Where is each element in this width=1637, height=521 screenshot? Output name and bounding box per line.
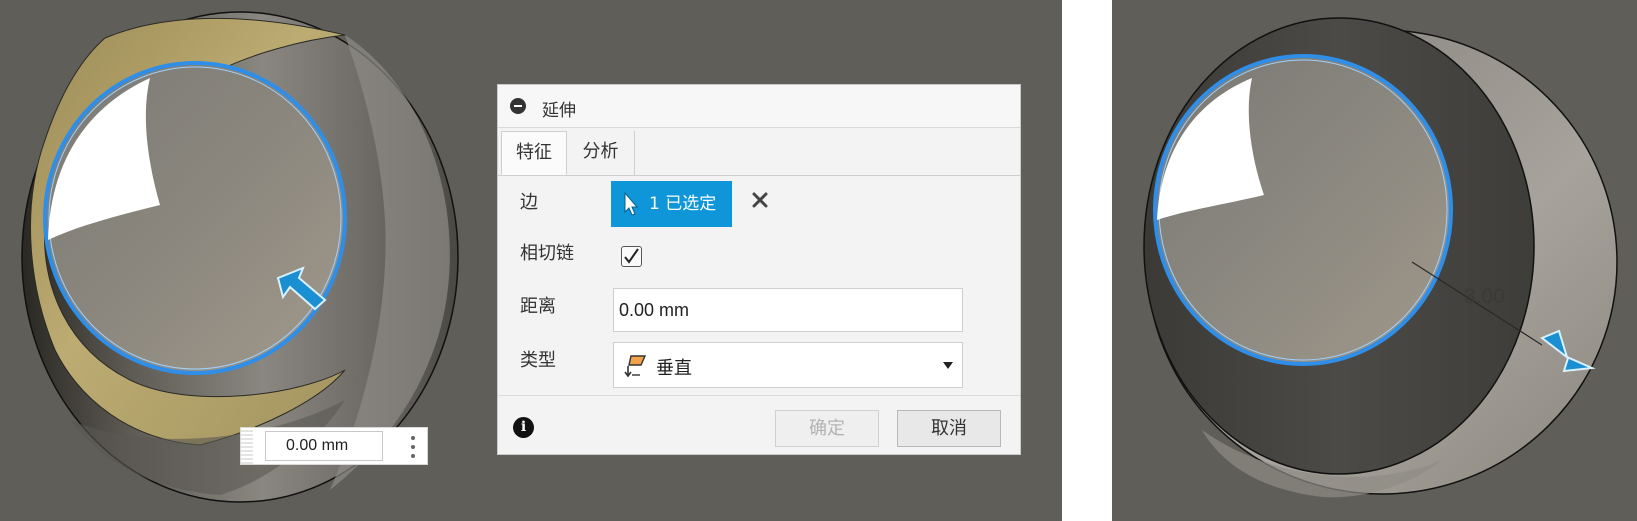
checkmark-icon [624,248,639,264]
info-icon[interactable]: i [513,417,534,438]
clear-selection-icon[interactable] [750,190,770,210]
floating-distance-field[interactable]: 0.00 mm [240,427,428,465]
extend-dialog: 延伸 特征 分析 边 1 已选定 相切链 距离 0.00 mm 类型 垂直 i … [497,84,1021,455]
floating-distance-input[interactable]: 0.00 mm [265,431,383,461]
dimension-label[interactable]: 3.00 [1464,285,1505,308]
distance-label: 距离 [520,296,556,317]
edge-label: 边 [520,192,538,213]
drag-grip[interactable] [241,428,253,464]
distance-input[interactable]: 0.00 mm [613,288,963,332]
tab-features[interactable]: 特征 [501,131,567,175]
ok-button[interactable]: 确定 [775,410,879,447]
pointer-icon [624,192,639,216]
type-label: 类型 [520,350,556,371]
type-select[interactable]: 垂直 [613,342,963,388]
dialog-header[interactable]: 延伸 [498,85,1020,128]
dialog-footer: i 确定 取消 [498,395,1020,456]
dialog-title: 延伸 [542,101,576,121]
left-3d-viewport[interactable]: 0.00 mm 延伸 特征 分析 边 1 已选定 相切链 距离 0.00 mm … [0,0,1062,521]
more-options-icon[interactable] [411,436,415,458]
type-select-value: 垂直 [656,358,692,379]
tangent-chain-label: 相切链 [520,243,574,264]
dialog-tabs: 特征 分析 [498,131,1020,176]
tangent-chain-checkbox[interactable] [621,246,642,267]
cancel-button[interactable]: 取消 [897,410,1001,447]
edge-selection-button[interactable]: 1 已选定 [611,181,732,227]
tab-analysis[interactable]: 分析 [567,131,635,175]
right-3d-viewport[interactable]: 3.00 [1112,0,1637,521]
perpendicular-extend-icon [624,355,647,378]
edge-selection-text: 1 已选定 [649,194,717,214]
collapse-icon[interactable] [510,98,526,114]
chevron-down-icon [943,362,953,369]
right-model-scene[interactable]: 3.00 [1112,0,1637,521]
